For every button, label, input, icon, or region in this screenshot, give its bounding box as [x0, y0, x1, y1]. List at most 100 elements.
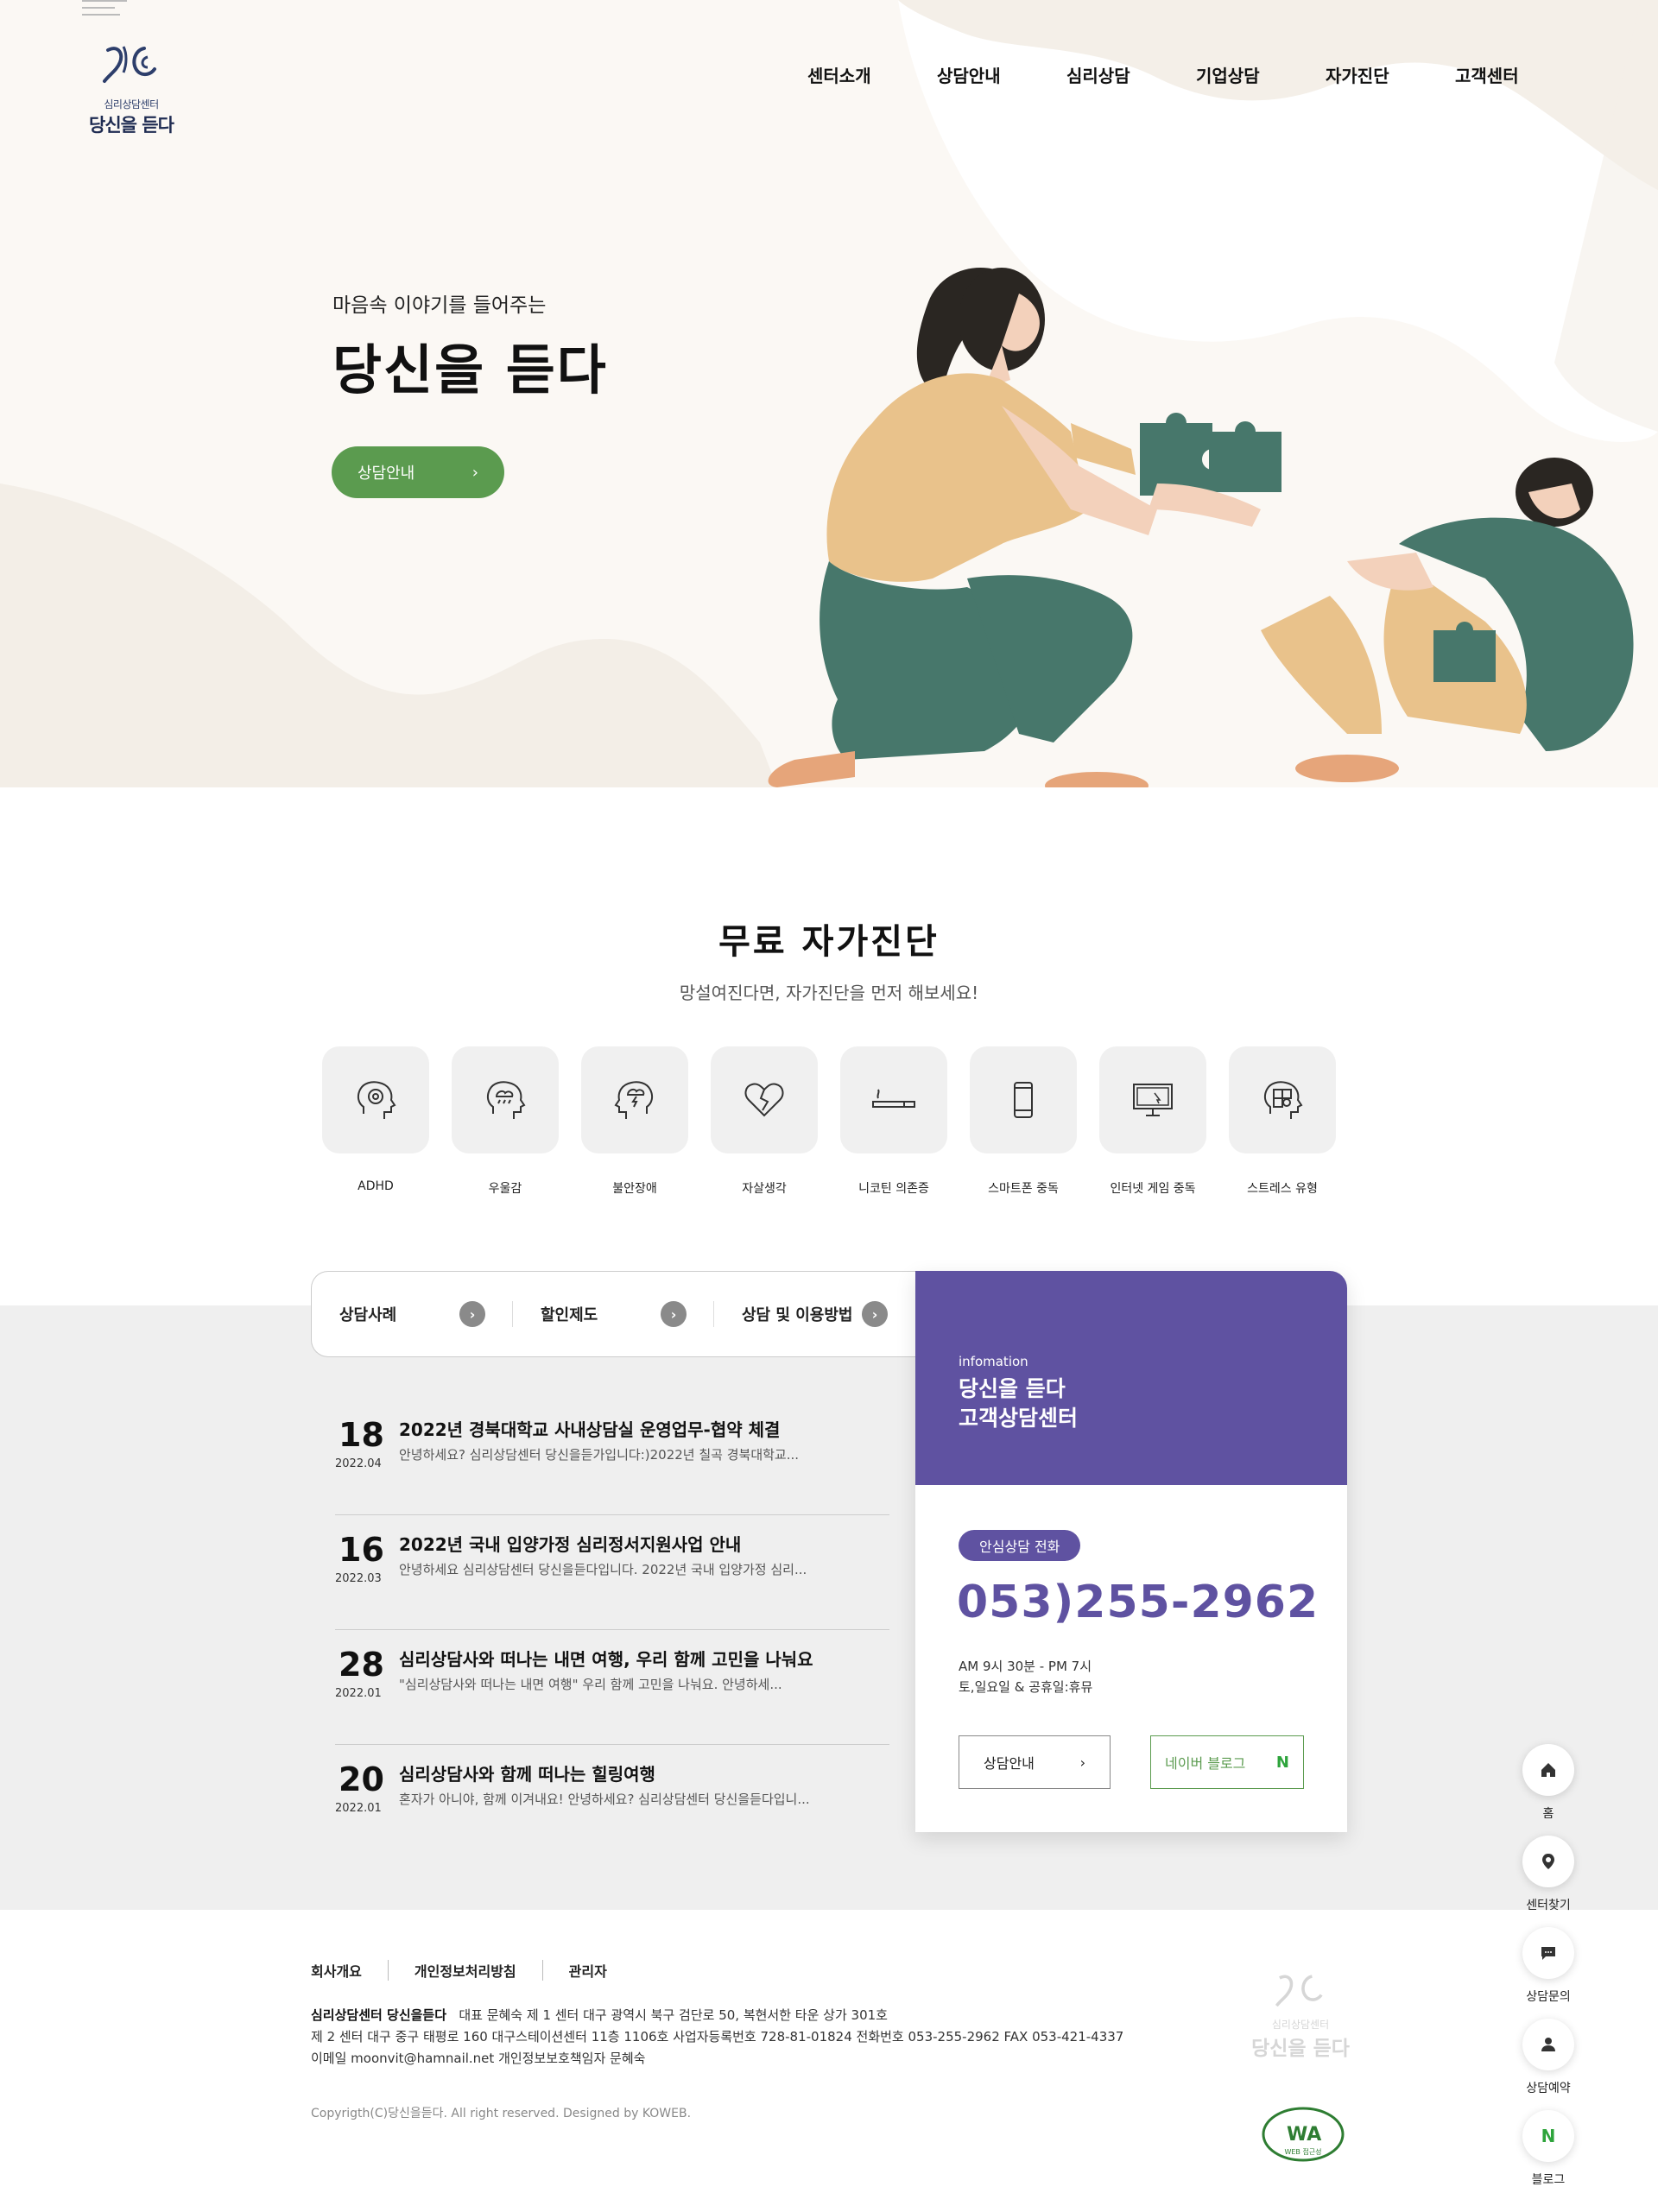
logo-title: 당신을 듣다 [89, 115, 174, 136]
chevron-right-icon: › [1079, 1754, 1085, 1771]
news-year-month: 2022.01 [335, 1802, 382, 1815]
nav-item-customer-center[interactable]: 고객센터 [1455, 62, 1585, 87]
phone-number[interactable]: 053)255-2962 [957, 1577, 1319, 1628]
footer-line3: 이메일 moonvit@hamnail.net 개인정보보호책임자 문혜숙 [311, 2051, 646, 2066]
nav-item-about[interactable]: 센터소개 [807, 62, 937, 87]
quick-label: 상담예약 [1526, 2082, 1571, 2095]
news-item[interactable]: 18 2022.04 2022년 경북대학교 사내상담실 운영업무-협약 체결 … [335, 1400, 889, 1515]
news-day: 16 [339, 1531, 384, 1569]
footer-company-name: 심리상담센터 당신을듣다 [311, 2007, 447, 2023]
quick-label: 상담문의 [1526, 1990, 1571, 2004]
cigarette-icon [872, 1089, 915, 1108]
chevron-right-icon: › [661, 1301, 687, 1327]
business-hours: AM 9시 30분 - PM 7시 토,일요일 & 공휴일:휴뮤 [959, 1656, 1092, 1697]
logo-subtitle: 심리상담센터 [104, 98, 159, 111]
tab-label: 할인제도 [541, 1306, 598, 1324]
quick-reservation[interactable]: 상담예약 [1522, 2019, 1574, 2110]
chevron-right-icon: › [459, 1301, 485, 1327]
quick-home[interactable]: 홈 [1522, 1744, 1574, 1836]
tab-cases[interactable]: 상담사례 › [312, 1272, 513, 1356]
nav-item-self-diagnosis[interactable]: 자가진단 [1326, 62, 1455, 87]
footer-line2: 제 2 센터 대구 중구 태평로 160 대구스테이션센터 11층 1106호 … [311, 2029, 1124, 2045]
copyright: Copyrigth(C)당신을듣다. All right reserved. D… [311, 2107, 692, 2120]
diagnosis-tile-internet-game[interactable]: 인터넷 게임 중독 [1099, 1046, 1206, 1197]
naver-n-icon: N [1541, 2126, 1556, 2146]
smartphone-icon [1014, 1082, 1033, 1118]
info-title-line1: 당신을 듣다 [959, 1376, 1066, 1401]
news-item[interactable]: 20 2022.01 심리상담사와 함께 떠나는 힐링여행 혼자가 아니야, 함… [335, 1745, 889, 1860]
footer-logo: 심리상담센터 당신을 듣다 [1249, 1970, 1352, 2061]
wa-mark-text: WA [1287, 2124, 1321, 2146]
diagnosis-label: 자살생각 [742, 1182, 787, 1196]
tab-how-to-use[interactable]: 상담 및 이용방법 › [714, 1272, 915, 1356]
news-excerpt: "심리상담사와 떠나는 내면 여행" 우리 함께 고민을 나눠요. 안녕하세..… [399, 1677, 782, 1692]
naver-blog-button[interactable]: 네이버 블로그 N [1150, 1735, 1304, 1789]
diagnosis-tile-adhd[interactable]: ADHD [322, 1046, 429, 1197]
tab-discount[interactable]: 할인제도 › [513, 1272, 714, 1356]
logo-mark-icon [1275, 1975, 1323, 2007]
footer-company-info: 심리상담센터 당신을듣다 대표 문혜숙 제 1 센터 대구 광역시 북구 검단로… [311, 2005, 1123, 2070]
user-icon [1541, 2038, 1555, 2051]
diagnosis-tile-anxiety[interactable]: 불안장애 [581, 1046, 688, 1197]
head-puzzle-icon [1263, 1081, 1303, 1119]
self-diagnosis-title: 무료 자가진단 [718, 922, 940, 962]
footer-logo-subtitle: 심리상담센터 [1271, 2019, 1330, 2031]
diagnosis-label: 스마트폰 중독 [988, 1182, 1059, 1196]
self-diagnosis-subtitle: 망설여진다면, 자가진단을 먼저 해보세요! [679, 983, 979, 1003]
hero-consult-button[interactable]: 상담안내 › [332, 446, 504, 498]
hero-section: 심리상담센터 당신을 듣다 센터소개 상담안내 심리상담 기업상담 자가진단 고… [0, 0, 1658, 787]
wa-certification-icon: WA WEB 접근성 [1262, 2107, 1345, 2162]
news-title: 심리상담사와 떠나는 내면 여행, 우리 함께 고민을 나눠요 [399, 1649, 813, 1670]
diagnosis-tile-stress[interactable]: 스트레스 유형 [1229, 1046, 1336, 1197]
news-list: 18 2022.04 2022년 경북대학교 사내상담실 운영업무-협약 체결 … [335, 1400, 889, 1860]
site-logo[interactable]: 심리상담센터 당신을 듣다 [83, 41, 180, 136]
quick-blog[interactable]: N 블로그 [1522, 2110, 1574, 2202]
diagnosis-label: 니코틴 의존증 [858, 1182, 929, 1196]
diagnosis-tile-nicotine[interactable]: 니코틴 의존증 [840, 1046, 947, 1197]
footer-link-privacy[interactable]: 개인정보처리방침 [387, 1960, 542, 1981]
diagnosis-tile-depression[interactable]: 우울감 [452, 1046, 559, 1197]
quick-find-center[interactable]: 센터찾기 [1522, 1836, 1574, 1927]
news-item[interactable]: 28 2022.01 심리상담사와 떠나는 내면 여행, 우리 함께 고민을 나… [335, 1630, 889, 1745]
chat-bubble-icon [1541, 1947, 1555, 1960]
news-year-month: 2022.01 [335, 1687, 382, 1700]
nav-item-psych-consult[interactable]: 심리상담 [1066, 62, 1196, 87]
quick-inquiry[interactable]: 상담문의 [1522, 1927, 1574, 2019]
footer-line1: 대표 문혜숙 제 1 센터 대구 광역시 북구 검단로 50, 복현서한 타운 … [459, 2007, 888, 2023]
hero-button-label: 상담안내 [358, 465, 415, 483]
hours-weekday: AM 9시 30분 - PM 7시 [959, 1659, 1092, 1674]
broken-heart-icon [744, 1083, 784, 1117]
tab-label: 상담 및 이용방법 [742, 1306, 853, 1324]
info-label: infomation [959, 1354, 1028, 1369]
diagnosis-label: ADHD [358, 1179, 394, 1193]
nav-item-consult-info[interactable]: 상담안내 [937, 62, 1066, 87]
chevron-right-icon: › [862, 1301, 888, 1327]
button-label: 네이버 블로그 [1165, 1755, 1246, 1772]
menu-toggle-icon[interactable] [82, 0, 127, 19]
safe-call-badge: 안심상담 전화 [959, 1530, 1081, 1561]
hero-title: 당신을 듣다 [332, 338, 608, 401]
hero-subtitle: 마음속 이야기를 들어주는 [332, 294, 547, 317]
diagnosis-label: 인터넷 게임 중독 [1110, 1182, 1196, 1196]
diagnosis-tile-smartphone[interactable]: 스마트폰 중독 [970, 1046, 1077, 1197]
news-year-month: 2022.04 [335, 1457, 382, 1470]
quick-label: 홈 [1542, 1807, 1554, 1821]
diagnosis-label: 스트레스 유형 [1247, 1182, 1318, 1196]
news-excerpt: 안녕하세요? 심리상담센터 당신을듣가입니다:)2022년 칠곡 경북대학교..… [399, 1447, 800, 1463]
nav-item-corporate[interactable]: 기업상담 [1196, 62, 1326, 87]
tab-label: 상담사례 [339, 1306, 397, 1324]
info-title-line2: 고객상담센터 [959, 1406, 1079, 1431]
quick-label: 센터찾기 [1526, 1899, 1571, 1912]
head-spiral-icon [357, 1081, 396, 1119]
news-day: 18 [339, 1416, 384, 1454]
footer-link-admin[interactable]: 관리자 [541, 1960, 633, 1981]
footer-link-company[interactable]: 회사개요 [311, 1960, 388, 1981]
quick-menu: 홈 센터찾기 상담문의 상담예약 N 블로그 [1522, 1744, 1574, 2202]
diagnosis-tile-suicidal-thoughts[interactable]: 자살생각 [711, 1046, 818, 1197]
consult-info-button[interactable]: 상담안내 › [959, 1735, 1111, 1789]
news-item[interactable]: 16 2022.03 2022년 국내 입양가정 심리정서지원사업 안내 안녕하… [335, 1515, 889, 1630]
web-accessibility-mark: WA WEB 접근성 [1261, 2104, 1345, 2165]
head-rain-cloud-icon [486, 1081, 526, 1119]
news-title: 2022년 경북대학교 사내상담실 운영업무-협약 체결 [399, 1419, 781, 1440]
button-label: 상담안내 [984, 1755, 1035, 1772]
